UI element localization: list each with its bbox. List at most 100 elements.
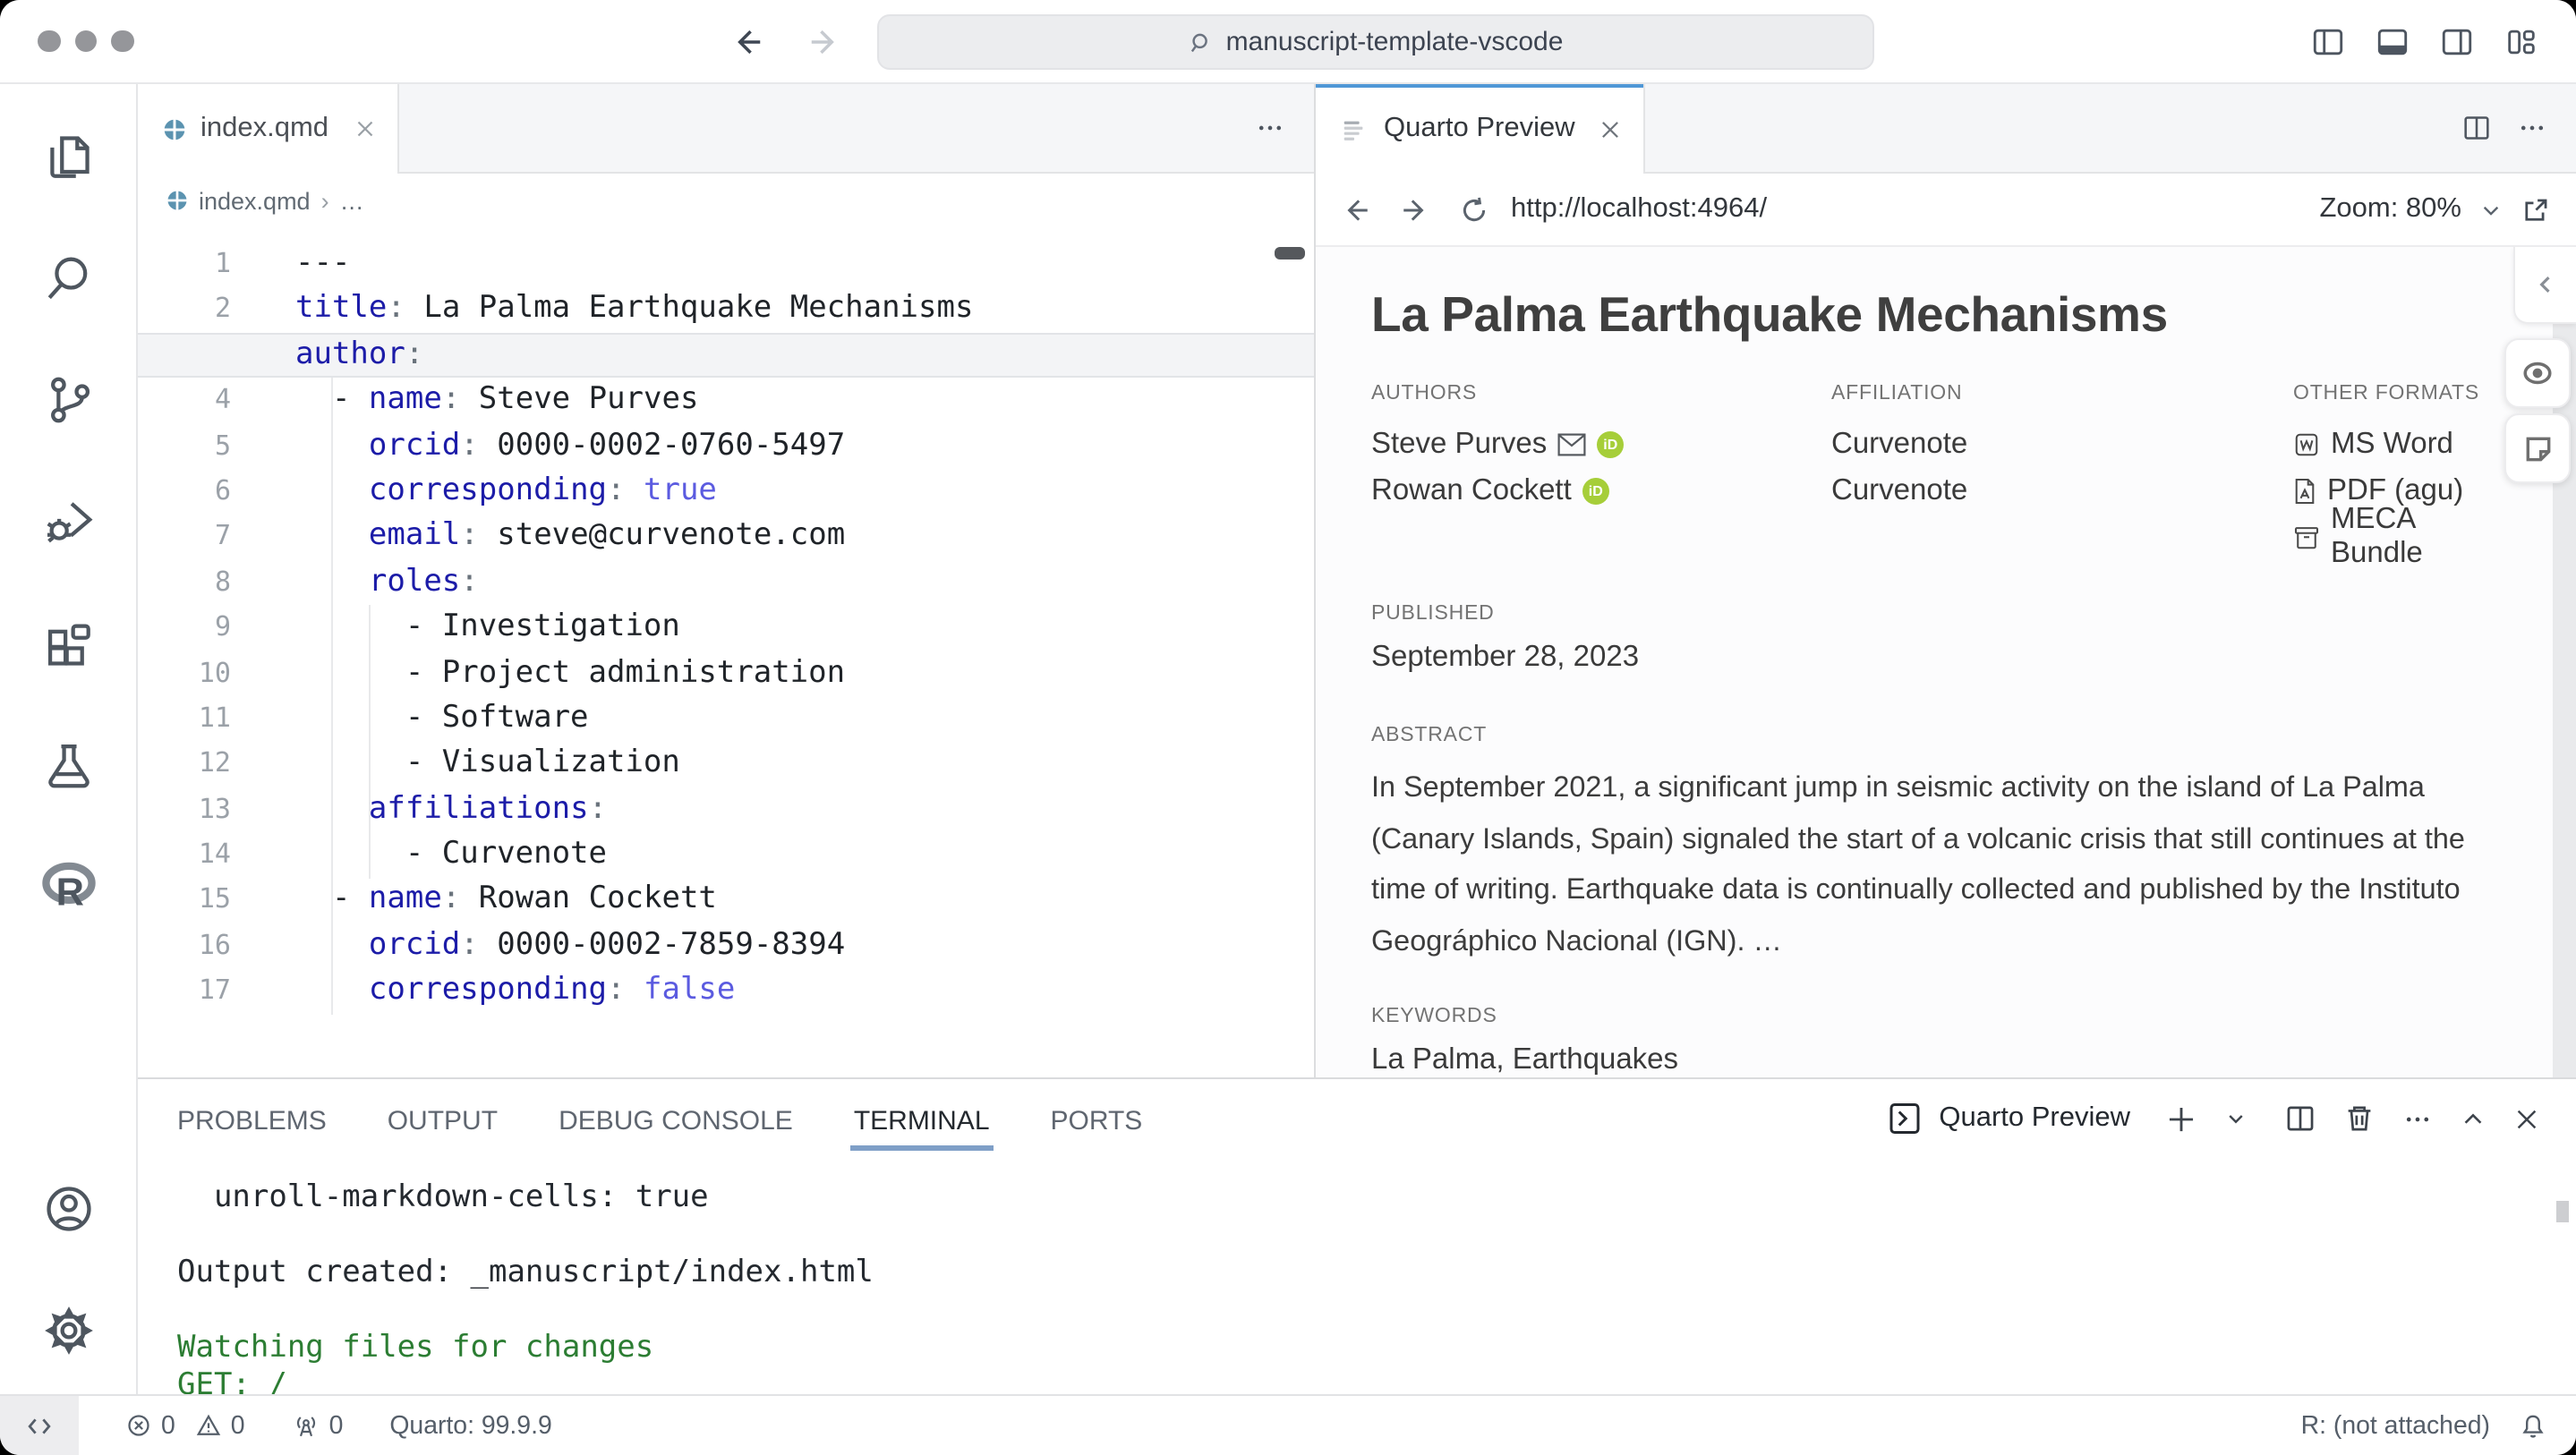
orcid-icon[interactable]: iD bbox=[1597, 430, 1624, 457]
terminal-instance-selector[interactable]: Quarto Preview bbox=[1887, 1102, 2130, 1137]
code-line[interactable]: - Software bbox=[138, 696, 1314, 742]
ports-status[interactable]: 0 bbox=[292, 1411, 344, 1440]
code-line[interactable]: author: bbox=[138, 333, 1314, 379]
run-debug-icon[interactable] bbox=[29, 481, 107, 560]
account-icon[interactable] bbox=[29, 1169, 107, 1247]
refresh-icon[interactable] bbox=[1459, 194, 1489, 225]
email-icon[interactable] bbox=[1557, 432, 1586, 455]
editor-more-actions-icon[interactable] bbox=[1255, 113, 1285, 143]
collapse-toc-button[interactable] bbox=[2513, 247, 2576, 324]
breadcrumb-separator: › bbox=[321, 187, 329, 214]
code-line[interactable]: corresponding: false bbox=[138, 969, 1314, 1015]
code-line[interactable]: email: steve@curvenote.com bbox=[138, 515, 1314, 560]
code-line[interactable]: affiliations: bbox=[138, 787, 1314, 832]
notifications-bell-icon[interactable] bbox=[2519, 1411, 2547, 1440]
terminal-dropdown-icon[interactable] bbox=[2225, 1109, 2247, 1130]
code-line[interactable]: - Investigation bbox=[138, 605, 1314, 651]
terminal-scrollbar-handle[interactable] bbox=[2556, 1202, 2569, 1223]
code-line[interactable]: orcid: 0000-0002-0760-5497 bbox=[138, 423, 1314, 469]
code-line[interactable]: - name: Rowan Cockett bbox=[138, 878, 1314, 923]
notes-button[interactable] bbox=[2504, 413, 2571, 483]
source-control-icon[interactable] bbox=[29, 360, 107, 438]
toggle-panel-button[interactable] bbox=[2376, 24, 2410, 58]
preview-url[interactable]: http://localhost:4964/ bbox=[1511, 193, 1767, 225]
format-label[interactable]: MS Word bbox=[2331, 427, 2453, 461]
zoom-level[interactable]: Zoom: 80% bbox=[2319, 193, 2461, 225]
tab-quarto-preview[interactable]: Quarto Preview bbox=[1316, 84, 1645, 174]
code-editor[interactable]: ---title: La Palma Earthquake Mechanisms… bbox=[138, 227, 1314, 1078]
panel-more-actions-icon[interactable] bbox=[2402, 1104, 2433, 1135]
chevron-down-icon[interactable] bbox=[2479, 198, 2503, 221]
preview-more-actions-icon[interactable] bbox=[2517, 113, 2547, 143]
history-back-button[interactable] bbox=[730, 24, 764, 58]
tab-index-qmd[interactable]: index.qmd bbox=[138, 84, 398, 174]
close-tab-icon[interactable] bbox=[354, 118, 375, 140]
r-language-icon[interactable]: R bbox=[29, 847, 107, 925]
problems-status[interactable]: 0 0 bbox=[125, 1411, 245, 1440]
close-window-button[interactable] bbox=[38, 30, 60, 53]
code-line[interactable]: - Project administration bbox=[138, 651, 1314, 696]
tab-terminal[interactable]: TERMINAL bbox=[854, 1085, 990, 1154]
code-line[interactable]: roles: bbox=[138, 559, 1314, 605]
terminal-line bbox=[177, 1293, 2576, 1331]
new-terminal-icon[interactable] bbox=[2164, 1102, 2198, 1136]
toggle-primary-sidebar-button[interactable] bbox=[2311, 24, 2345, 58]
code-line[interactable]: orcid: 0000-0002-7859-8394 bbox=[138, 923, 1314, 969]
code-line[interactable]: corresponding: true bbox=[138, 469, 1314, 515]
preview-tab-strip: Quarto Preview bbox=[1316, 84, 2576, 174]
open-external-icon[interactable] bbox=[2521, 194, 2551, 225]
format-link[interactable]: MECA Bundle bbox=[2293, 514, 2504, 560]
breadcrumb-file[interactable]: index.qmd bbox=[199, 187, 311, 214]
code-line[interactable]: --- bbox=[138, 242, 1314, 287]
search-view-icon[interactable] bbox=[29, 238, 107, 317]
testing-icon[interactable] bbox=[29, 725, 107, 804]
breadcrumb[interactable]: index.qmd › … bbox=[138, 174, 1314, 227]
command-center-search[interactable]: manuscript-template-vscode bbox=[877, 14, 1874, 70]
code-line[interactable]: - name: Steve Purves bbox=[138, 378, 1314, 423]
published-label: PUBLISHED bbox=[1371, 603, 2504, 625]
r-status[interactable]: R: (not attached) bbox=[2301, 1411, 2490, 1440]
extensions-icon[interactable] bbox=[29, 603, 107, 682]
quarto-icon bbox=[163, 117, 186, 140]
code-line[interactable]: title: La Palma Earthquake Mechanisms bbox=[138, 287, 1314, 333]
preview-back-icon[interactable] bbox=[1341, 194, 1371, 225]
window-controls[interactable] bbox=[38, 0, 133, 82]
bottom-panel: PROBLEMS OUTPUT DEBUG CONSOLE TERMINAL P… bbox=[138, 1078, 2576, 1442]
remote-indicator[interactable] bbox=[0, 1396, 79, 1455]
tab-debug-console[interactable]: DEBUG CONSOLE bbox=[559, 1085, 793, 1154]
preview-icon bbox=[1341, 115, 1368, 142]
split-editor-icon[interactable] bbox=[2461, 113, 2492, 143]
customize-layout-button[interactable] bbox=[2504, 24, 2538, 58]
author-name: Rowan Cockett bbox=[1371, 473, 1572, 507]
kill-terminal-icon[interactable] bbox=[2343, 1103, 2376, 1136]
quarto-version-status[interactable]: Quarto: 99.9.9 bbox=[389, 1411, 551, 1440]
orcid-icon[interactable]: iD bbox=[1582, 477, 1609, 504]
format-label[interactable]: MECA Bundle bbox=[2331, 503, 2504, 571]
abstract-text: In September 2021, a significant jump in… bbox=[1371, 762, 2472, 967]
preview-forward-icon[interactable] bbox=[1400, 194, 1430, 225]
close-panel-icon[interactable] bbox=[2513, 1106, 2540, 1133]
minimize-window-button[interactable] bbox=[74, 30, 97, 53]
history-forward-button[interactable] bbox=[807, 24, 841, 58]
author-row: Steve Purves iD bbox=[1371, 421, 1831, 467]
ports-count: 0 bbox=[329, 1411, 344, 1440]
split-terminal-icon[interactable] bbox=[2284, 1103, 2316, 1136]
code-line[interactable]: - Visualization bbox=[138, 742, 1314, 787]
close-preview-icon[interactable] bbox=[1599, 117, 1622, 140]
tab-ports[interactable]: PORTS bbox=[1051, 1085, 1143, 1154]
tab-problems[interactable]: PROBLEMS bbox=[177, 1085, 327, 1154]
zoom-window-button[interactable] bbox=[111, 30, 133, 53]
format-link[interactable]: MS Word bbox=[2293, 421, 2504, 467]
toggle-secondary-sidebar-button[interactable] bbox=[2440, 24, 2474, 58]
settings-gear-icon[interactable] bbox=[29, 1290, 107, 1369]
breadcrumb-more[interactable]: … bbox=[340, 187, 364, 214]
maximize-panel-icon[interactable] bbox=[2460, 1106, 2486, 1133]
keywords-text: La Palma, Earthquakes bbox=[1371, 1044, 2504, 1078]
affiliation-value: Curvenote bbox=[1831, 421, 2293, 467]
tab-output[interactable]: OUTPUT bbox=[388, 1085, 498, 1154]
reader-view-button[interactable] bbox=[2504, 338, 2571, 408]
author-name: Steve Purves bbox=[1371, 427, 1547, 461]
explorer-icon[interactable] bbox=[29, 116, 107, 195]
error-icon bbox=[125, 1412, 152, 1439]
code-line[interactable]: - Curvenote bbox=[138, 832, 1314, 878]
